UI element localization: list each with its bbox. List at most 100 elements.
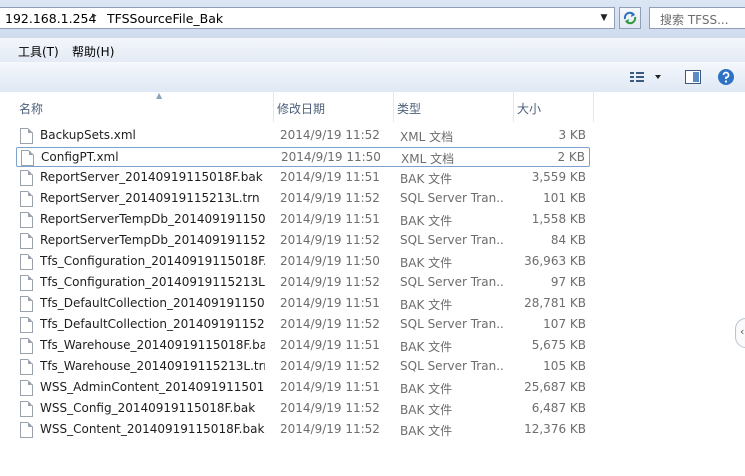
file-type: XML 文档: [401, 152, 455, 166]
file-icon: [21, 150, 34, 166]
toolbar: [0, 62, 745, 93]
file-icon: [20, 422, 33, 438]
file-size: 12,376 KB: [524, 422, 586, 436]
menu-help[interactable]: 帮助(H): [72, 43, 114, 60]
file-size: 97 KB: [550, 275, 586, 289]
file-date: 2014/9/19 11:52: [280, 422, 380, 436]
file-type: SQL Server Tran...: [400, 275, 504, 289]
address-bar[interactable]: 192.168.1.254 ▸ TFSSourceFile_Bak ▼: [0, 7, 615, 29]
file-size: 84 KB: [550, 233, 586, 247]
file-type: BAK 文件: [400, 298, 453, 312]
file-type: BAK 文件: [400, 256, 453, 270]
refresh-icon: [623, 11, 637, 25]
file-date: 2014/9/19 11:52: [280, 128, 380, 142]
address-dropdown-icon[interactable]: ▼: [597, 10, 611, 26]
file-icon: [20, 254, 33, 270]
file-row[interactable]: BackupSets.xml 2014/9/19 11:52 XML 文档 3 KB: [16, 126, 590, 146]
file-icon: [20, 359, 33, 375]
file-name: Tfs_DefaultCollection_2014091911501...: [40, 296, 265, 310]
column-type-label: 类型: [397, 102, 422, 116]
file-icon: [20, 170, 33, 186]
file-date: 2014/9/19 11:52: [280, 359, 380, 373]
file-row[interactable]: Tfs_DefaultCollection_2014091911501... 20…: [16, 294, 590, 314]
column-type[interactable]: 类型: [394, 92, 514, 122]
file-row[interactable]: Tfs_Warehouse_20140919115213L.trn 2014/9/…: [16, 357, 590, 377]
breadcrumb-separator-icon[interactable]: ▸: [92, 11, 97, 21]
file-icon: [20, 191, 33, 207]
file-name: ConfigPT.xml: [41, 150, 119, 164]
file-size: 105 KB: [543, 359, 586, 373]
column-name[interactable]: ▲ 名称: [16, 91, 274, 122]
file-name: Tfs_Warehouse_20140919115018F.bak: [40, 338, 265, 352]
file-row[interactable]: ReportServerTempDb_201409191150... 2014/9…: [16, 210, 590, 230]
file-name: Tfs_Configuration_20140919115213L.trn: [40, 275, 265, 289]
file-name: WSS_Config_20140919115018F.bak: [40, 401, 256, 415]
file-date: 2014/9/19 11:51: [280, 296, 380, 310]
file-row[interactable]: WSS_Content_20140919115018F.bak 2014/9/19…: [16, 420, 590, 440]
file-row[interactable]: Tfs_Configuration_20140919115213L.trn 201…: [16, 273, 590, 293]
file-row[interactable]: Tfs_Warehouse_20140919115018F.bak 2014/9/…: [16, 336, 590, 356]
file-size: 2 KB: [557, 150, 585, 164]
file-date: 2014/9/19 11:52: [280, 317, 380, 331]
address-bar-row: 192.168.1.254 ▸ TFSSourceFile_Bak ▼ 搜索 T…: [0, 0, 745, 38]
column-size-label: 大小: [517, 102, 542, 116]
file-date: 2014/9/19 11:52: [280, 233, 380, 247]
file-type: BAK 文件: [400, 382, 453, 396]
menu-tools[interactable]: 工具(T): [18, 43, 59, 60]
file-name: Tfs_Configuration_20140919115018F....: [40, 254, 265, 268]
file-name: Tfs_Warehouse_20140919115213L.trn: [40, 359, 265, 373]
file-size: 3,559 KB: [531, 170, 586, 184]
file-date: 2014/9/19 11:51: [280, 212, 380, 226]
help-icon: [718, 69, 734, 85]
file-icon: [20, 317, 33, 333]
search-input[interactable]: 搜索 TFSS...: [649, 7, 745, 29]
file-size: 36,963 KB: [524, 254, 586, 268]
file-row[interactable]: ReportServer_20140919115213L.trn 2014/9/1…: [16, 189, 590, 209]
preview-pane-button[interactable]: [684, 68, 702, 86]
file-size: 1,558 KB: [531, 212, 586, 226]
file-name: WSS_Content_20140919115018F.bak: [40, 422, 265, 436]
file-icon: [20, 212, 33, 228]
side-scroll-handle[interactable]: ‹: [735, 318, 745, 348]
file-type: BAK 文件: [400, 424, 453, 438]
file-date: 2014/9/19 11:51: [280, 170, 380, 184]
file-row[interactable]: ReportServerTempDb_201409191152... 2014/9…: [16, 231, 590, 251]
file-size: 25,687 KB: [524, 380, 586, 394]
file-name: ReportServer_20140919115213L.trn: [40, 191, 260, 205]
file-type: XML 文档: [400, 130, 454, 144]
file-name: ReportServer_20140919115018F.bak: [40, 170, 263, 184]
file-type: BAK 文件: [400, 340, 453, 354]
column-date[interactable]: 修改日期: [274, 92, 394, 122]
refresh-button[interactable]: [619, 7, 641, 29]
breadcrumb-folder[interactable]: TFSSourceFile_Bak: [107, 11, 223, 26]
file-size: 5,675 KB: [531, 338, 586, 352]
file-row[interactable]: WSS_AdminContent_20140919115018... 2014/9…: [16, 378, 590, 398]
file-type: BAK 文件: [400, 214, 453, 228]
file-row[interactable]: ConfigPT.xml 2014/9/19 11:50 XML 文档 2 KB: [16, 147, 590, 167]
file-name: WSS_AdminContent_20140919115018...: [40, 380, 265, 394]
file-date: 2014/9/19 11:52: [280, 275, 380, 289]
column-size[interactable]: 大小: [514, 92, 594, 122]
view-options-button[interactable]: [628, 68, 668, 86]
file-name: ReportServerTempDb_201409191150...: [40, 212, 265, 226]
help-button[interactable]: [717, 68, 735, 86]
file-size: 6,487 KB: [531, 401, 586, 415]
file-name: Tfs_DefaultCollection_2014091911521...: [40, 317, 265, 331]
file-type: SQL Server Tran...: [400, 359, 504, 373]
file-type: SQL Server Tran...: [400, 191, 504, 205]
file-size: 107 KB: [543, 317, 586, 331]
file-date: 2014/9/19 11:51: [280, 338, 380, 352]
file-type: BAK 文件: [400, 403, 453, 417]
file-row[interactable]: Tfs_DefaultCollection_2014091911521... 20…: [16, 315, 590, 335]
file-date: 2014/9/19 11:52: [280, 191, 380, 205]
file-icon: [20, 380, 33, 396]
file-size: 3 KB: [558, 128, 586, 142]
breadcrumb-host[interactable]: 192.168.1.254: [5, 11, 96, 26]
file-row[interactable]: WSS_Config_20140919115018F.bak 2014/9/19 …: [16, 399, 590, 419]
file-row[interactable]: ReportServer_20140919115018F.bak 2014/9/1…: [16, 168, 590, 188]
sort-ascending-icon: ▲: [156, 91, 163, 100]
chevron-left-icon: ‹: [740, 325, 745, 338]
file-row[interactable]: Tfs_Configuration_20140919115018F.... 201…: [16, 252, 590, 272]
file-date: 2014/9/19 11:51: [280, 380, 380, 394]
file-icon: [20, 296, 33, 312]
